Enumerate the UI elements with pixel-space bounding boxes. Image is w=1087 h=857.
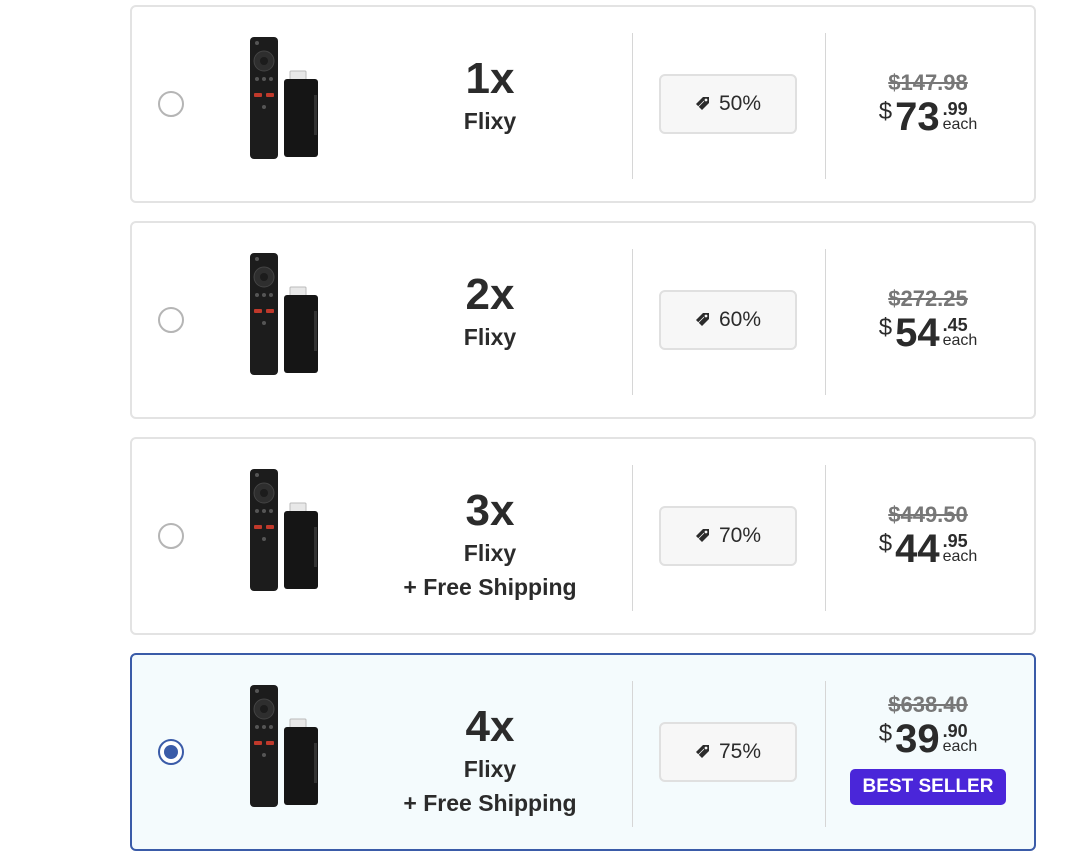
unit-price: $ 73 .99 each bbox=[879, 97, 978, 137]
divider bbox=[632, 33, 633, 179]
product-image bbox=[250, 469, 318, 591]
product-image bbox=[250, 685, 318, 807]
price-each-label: each bbox=[942, 738, 978, 755]
offer-product-name: Flixy bbox=[463, 324, 517, 350]
discount-badge: 75% bbox=[659, 722, 797, 782]
offer-quantity: 4x bbox=[465, 702, 515, 751]
unit-price: $ 44 .95 each bbox=[879, 529, 978, 569]
offer-product-name: Flixy bbox=[463, 540, 517, 566]
offer-radio-3[interactable] bbox=[158, 523, 184, 549]
price-cents: .95 bbox=[942, 531, 968, 551]
price-cents: .90 bbox=[942, 721, 968, 741]
offer-quantity: 2x bbox=[465, 270, 515, 319]
offer-shipping-note: + Free Shipping bbox=[403, 790, 577, 816]
tag-icon bbox=[695, 529, 709, 542]
tag-icon bbox=[695, 313, 709, 326]
offer-radio-4[interactable] bbox=[158, 739, 184, 765]
offer-radio-1[interactable] bbox=[158, 91, 184, 117]
original-price: $638.40 bbox=[888, 692, 968, 717]
discount-percent: 60% bbox=[718, 308, 762, 331]
offer-radio-2[interactable] bbox=[158, 307, 184, 333]
divider bbox=[825, 249, 826, 395]
discount-badge: 60% bbox=[659, 290, 797, 350]
divider bbox=[825, 681, 826, 827]
product-image bbox=[250, 37, 318, 159]
discount-badge: 50% bbox=[659, 74, 797, 134]
price-whole: 44 bbox=[895, 527, 940, 571]
divider bbox=[825, 33, 826, 179]
divider bbox=[632, 249, 633, 395]
offer-product-name: Flixy bbox=[463, 756, 517, 782]
offer-quantity: 3x bbox=[465, 486, 515, 535]
offer-card-3[interactable]: 3x Flixy + Free Shipping 70% $449.50 $ 4… bbox=[130, 437, 1036, 635]
tag-icon bbox=[695, 97, 709, 110]
price-cents: .45 bbox=[942, 315, 968, 335]
radio-selected-dot bbox=[164, 745, 178, 759]
divider bbox=[632, 465, 633, 611]
price-whole: 39 bbox=[895, 717, 940, 761]
price-each-label: each bbox=[942, 116, 978, 133]
currency-symbol: $ bbox=[878, 98, 893, 125]
offer-shipping-note: + Free Shipping bbox=[403, 574, 577, 600]
divider bbox=[825, 465, 826, 611]
price-cents: .99 bbox=[942, 99, 968, 119]
discount-percent: 50% bbox=[718, 92, 762, 115]
original-price: $272.25 bbox=[888, 286, 968, 311]
tag-icon bbox=[695, 745, 709, 758]
discount-badge: 70% bbox=[659, 506, 797, 566]
best-seller-badge: BEST SELLER bbox=[849, 769, 1007, 805]
divider bbox=[632, 681, 633, 827]
price-each-label: each bbox=[942, 548, 978, 565]
original-price: $449.50 bbox=[888, 502, 968, 527]
offer-quantity: 1x bbox=[465, 54, 515, 103]
offer-card-2[interactable]: 2x Flixy 60% $272.25 $ 54 .45 each bbox=[130, 221, 1036, 419]
currency-symbol: $ bbox=[878, 314, 893, 341]
offer-card-4[interactable]: 4x Flixy + Free Shipping 75% $638.40 $ 3… bbox=[130, 653, 1036, 851]
currency-symbol: $ bbox=[878, 530, 893, 557]
price-each-label: each bbox=[942, 332, 978, 349]
currency-symbol: $ bbox=[878, 720, 893, 747]
price-whole: 73 bbox=[895, 95, 940, 139]
original-price: $147.98 bbox=[888, 70, 968, 95]
unit-price: $ 54 .45 each bbox=[879, 313, 978, 353]
unit-price: $ 39 .90 each bbox=[879, 719, 978, 759]
discount-percent: 70% bbox=[718, 524, 762, 547]
product-image bbox=[250, 253, 318, 375]
offer-card-1[interactable]: 1x Flixy 50% $147.98 $ 73 .99 each bbox=[130, 5, 1036, 203]
price-whole: 54 bbox=[895, 311, 940, 355]
discount-percent: 75% bbox=[718, 740, 762, 763]
offer-product-name: Flixy bbox=[463, 108, 517, 134]
